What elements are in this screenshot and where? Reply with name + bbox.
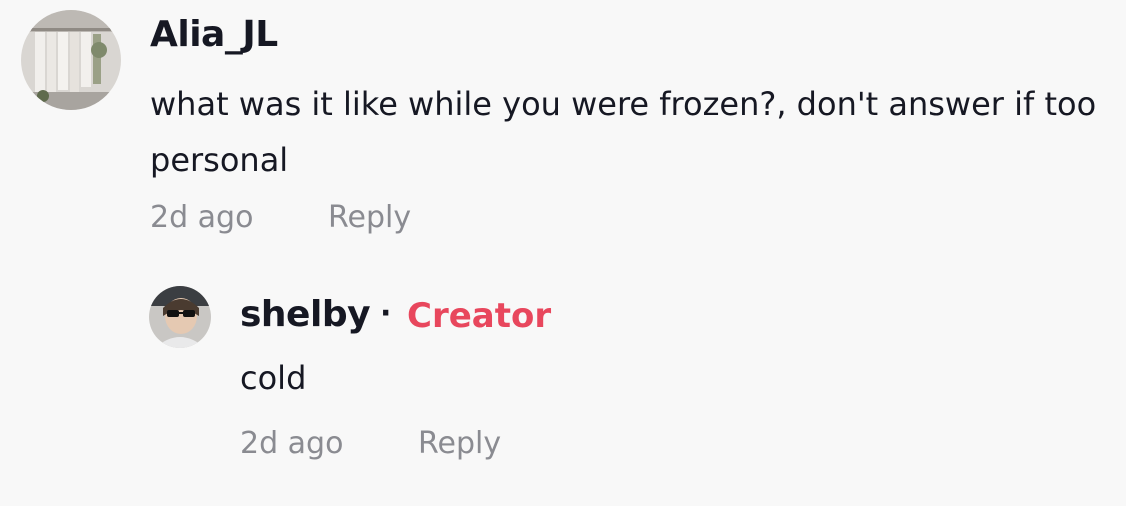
comment-timestamp: 2d ago: [150, 200, 254, 235]
reply-text: cold: [240, 359, 307, 397]
reply-button[interactable]: Reply: [418, 426, 501, 461]
comment-text: what was it like while you were frozen?,…: [150, 85, 1097, 179]
comment-username[interactable]: Alia_JL: [150, 14, 278, 55]
separator-dot: ·: [380, 296, 392, 331]
reply-timestamp: 2d ago: [240, 426, 344, 461]
reply-button[interactable]: Reply: [328, 200, 411, 235]
creator-photo-icon: [149, 286, 211, 348]
avatar-photo-icon: [21, 10, 121, 110]
comment-item: Alia_JL what was it like while you were …: [0, 0, 1126, 260]
creator-avatar[interactable]: [149, 286, 211, 348]
reply-username[interactable]: shelby: [240, 294, 371, 335]
reply-comment-item: shelby · Creator cold 2d ago Reply: [0, 260, 1126, 506]
creator-badge: Creator: [407, 296, 552, 336]
user-avatar[interactable]: [21, 10, 121, 110]
